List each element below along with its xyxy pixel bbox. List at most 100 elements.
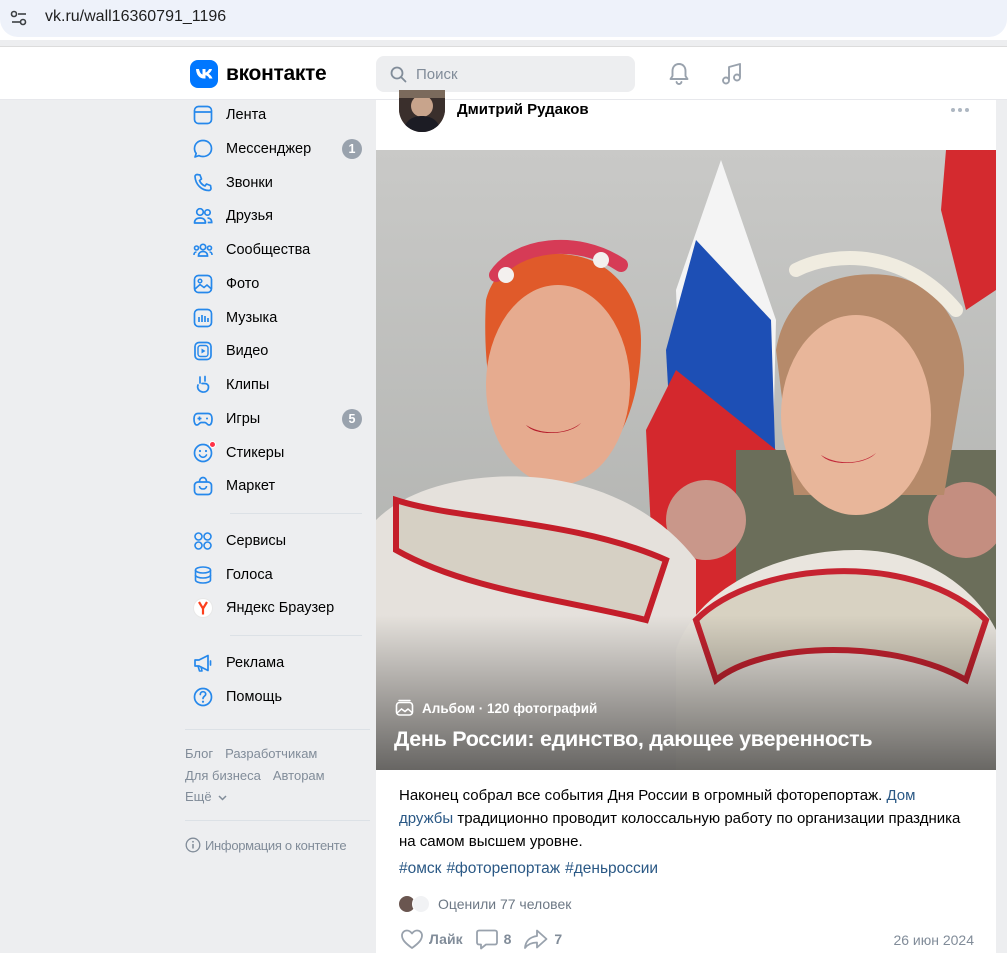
wall-post: Дмитрий Рудаков Альбом · 120 фотографий … (376, 90, 996, 953)
vk-logo-icon (190, 60, 218, 88)
sidebar-item-label: Игры (226, 411, 261, 427)
sidebar-item-label: Лента (226, 107, 267, 123)
more-link[interactable]: Ещё (185, 789, 212, 804)
divider (230, 513, 362, 514)
more-icon[interactable] (950, 107, 970, 113)
sidebar-item-label: Сервисы (226, 533, 287, 549)
sidebar-item-label: Маркет (226, 478, 276, 494)
friends-icon (193, 207, 213, 224)
games-badge: 5 (342, 409, 362, 429)
sidebar-item-calls[interactable]: Звонки (185, 168, 362, 198)
games-icon (193, 412, 213, 426)
sidebar-item-voices[interactable]: Голоса (185, 560, 362, 590)
post-actions: Лайк 8 7 (400, 928, 574, 950)
help-icon (193, 687, 213, 707)
footer-links-row-2: Для бизнеса Авторам (185, 768, 337, 783)
sidebar-item-clips[interactable]: Клипы (185, 370, 362, 400)
vk-logo[interactable]: вконтакте (190, 60, 327, 88)
post-text-after: традиционно проводит колоссальную работу… (399, 810, 961, 850)
post-text: Наконец собрал все события Дня России в … (399, 784, 969, 853)
sidebar-item-label: Друзья (226, 208, 274, 224)
phone-icon (194, 173, 212, 192)
sidebar-item-feed[interactable]: Лента (185, 100, 362, 130)
hashtag-link[interactable]: #фоторепортаж (446, 860, 560, 877)
search-box[interactable] (376, 56, 635, 92)
sidebar-item-label: Фото (226, 276, 260, 292)
search-input[interactable] (416, 56, 626, 92)
divider (185, 729, 370, 730)
communities-icon (193, 243, 213, 257)
album-cover-photo[interactable]: Альбом · 120 фотографий День России: еди… (376, 150, 996, 770)
sidebar-item-label: Стикеры (226, 445, 285, 461)
music-note-icon[interactable] (719, 61, 745, 87)
music-icon (193, 308, 213, 328)
sidebar-item-games[interactable]: Игры 5 (185, 404, 362, 434)
market-icon (193, 476, 213, 496)
content-info-label: Информация о контенте (205, 837, 347, 853)
blog-link[interactable]: Блог (185, 746, 213, 761)
sidebar-item-label: Видео (226, 343, 269, 359)
address-field[interactable]: vk.ru/wall16360791_1196 (0, 0, 1007, 37)
sidebar-item-video[interactable]: Видео (185, 336, 362, 366)
hashtag-link[interactable]: #деньроссии (565, 860, 658, 877)
author-avatar[interactable] (399, 90, 445, 132)
album-icon (395, 699, 414, 716)
likers-summary[interactable]: Оценили 77 человек (398, 895, 571, 913)
album-info: Альбом · 120 фотографий (395, 699, 597, 717)
bell-icon[interactable] (666, 61, 692, 87)
sidebar-item-label: Помощь (226, 689, 283, 705)
browser-address-bar: vk.ru/wall16360791_1196 (0, 0, 1007, 40)
photo-icon (193, 274, 213, 294)
sidebar-item-help[interactable]: Помощь (185, 682, 362, 712)
vk-logo-text: вконтакте (226, 62, 327, 85)
sidebar-item-label: Мессенджер (226, 141, 312, 157)
album-title[interactable]: День России: единство, дающее уверенност… (394, 727, 873, 752)
unread-badge: 1 (342, 139, 362, 159)
sidebar-item-stickers[interactable]: Стикеры (185, 438, 362, 468)
chevron-down-icon (218, 795, 227, 801)
post-date[interactable]: 26 июн 2024 (893, 932, 974, 948)
sidebar-item-photos[interactable]: Фото (185, 269, 362, 299)
hashtag-link[interactable]: #омск (399, 860, 441, 877)
megaphone-icon (194, 654, 212, 672)
voices-icon (194, 566, 212, 584)
sidebar-item-friends[interactable]: Друзья (185, 201, 362, 231)
info-icon (185, 837, 201, 853)
likers-text: Оценили 77 человек (438, 896, 572, 912)
video-icon (194, 341, 212, 361)
authors-link[interactable]: Авторам (273, 768, 325, 783)
comment-icon (475, 929, 498, 950)
clips-icon (196, 375, 210, 393)
developers-link[interactable]: Разработчикам (225, 746, 317, 761)
messenger-icon (193, 139, 213, 158)
post-text-before: Наконец собрал все события Дня России в … (399, 787, 887, 804)
sidebar-item-ads[interactable]: Реклама (185, 648, 362, 678)
share-button[interactable]: 7 (523, 928, 562, 950)
sidebar-item-yandex-browser[interactable]: Яндекс Браузер (185, 593, 362, 623)
sidebar-item-messenger[interactable]: Мессенджер 1 (185, 134, 362, 164)
sidebar-item-services[interactable]: Сервисы (185, 526, 362, 556)
url-text[interactable]: vk.ru/wall16360791_1196 (45, 8, 226, 26)
footer-more[interactable]: Ещё (185, 789, 227, 804)
site-settings-icon[interactable] (9, 8, 29, 28)
comment-button[interactable]: 8 (475, 928, 512, 950)
sidebar-item-label: Музыка (226, 310, 278, 326)
notification-dot (209, 441, 216, 448)
album-count: Альбом · 120 фотографий (422, 700, 598, 716)
like-label: Лайк (429, 931, 463, 947)
comment-count: 8 (503, 931, 512, 947)
author-name[interactable]: Дмитрий Рудаков (457, 101, 589, 118)
yandex-icon (193, 598, 213, 618)
sidebar-item-label: Сообщества (226, 242, 311, 258)
share-icon (524, 929, 548, 949)
like-button[interactable]: Лайк (400, 928, 463, 950)
sidebar-item-label: Клипы (226, 377, 270, 393)
business-link[interactable]: Для бизнеса (185, 768, 261, 783)
vk-header: вконтакте (0, 47, 1007, 100)
sidebar-item-communities[interactable]: Сообщества (185, 235, 362, 265)
search-icon (390, 66, 407, 83)
sidebar-item-market[interactable]: Маркет (185, 471, 362, 501)
services-icon (194, 532, 212, 550)
sidebar-item-music[interactable]: Музыка (185, 303, 362, 333)
content-info-link[interactable]: Информация о контенте (185, 837, 347, 853)
